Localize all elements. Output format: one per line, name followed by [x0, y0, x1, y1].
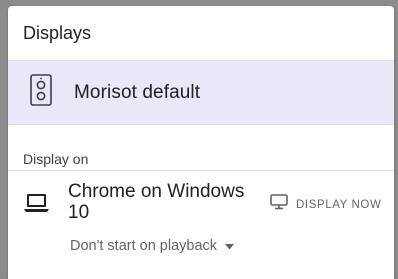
- display-now-label: DISPLAY NOW: [296, 198, 382, 211]
- display-now-button[interactable]: DISPLAY NOW: [270, 194, 381, 215]
- selected-device-row[interactable]: Morisot default: [8, 60, 394, 125]
- speaker-icon: [8, 74, 74, 111]
- cast-device-name: Chrome on Windows 10: [68, 181, 245, 223]
- display-on-heading: Display on: [23, 151, 89, 167]
- dialog-title: Displays: [23, 22, 92, 43]
- start-option-value: Don't start on playback: [70, 238, 218, 254]
- selected-device-label: Morisot default: [74, 81, 201, 103]
- displays-dialog: Displays Morisot default Display on Chro…: [8, 6, 394, 279]
- start-option-dropdown[interactable]: Don't start on playback: [70, 237, 235, 255]
- cast-device-row: Chrome on Windows 10 DISPLAY NOW Don't s…: [8, 171, 394, 271]
- caret-down-icon: [217, 237, 235, 255]
- monitor-icon: [270, 194, 296, 215]
- dialog-header: Displays: [8, 6, 394, 60]
